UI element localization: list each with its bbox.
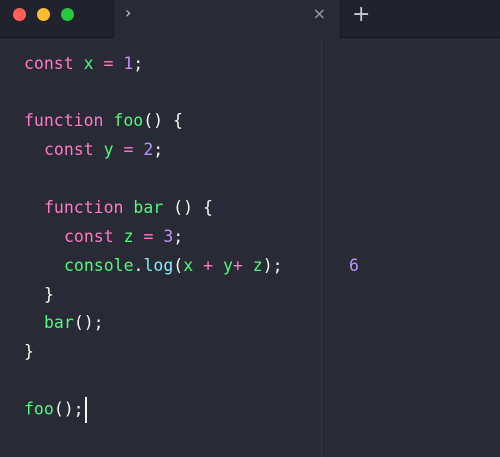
- code-line-6: function bar () {: [44, 196, 213, 220]
- keyword: const: [64, 227, 114, 246]
- punctuation: ();: [73, 313, 104, 332]
- punctuation: ();: [53, 399, 84, 419]
- variable: x: [183, 256, 194, 275]
- code-line-9: }: [44, 283, 54, 307]
- code-line-1: const x = 1;: [24, 52, 143, 76]
- variable: y: [103, 140, 114, 159]
- punctuation: }: [44, 285, 54, 304]
- results-pane: 6: [323, 38, 500, 457]
- punctuation: () {: [143, 111, 183, 130]
- code-line-10: bar();: [44, 311, 104, 335]
- punctuation: () {: [163, 198, 213, 217]
- number: 2: [143, 140, 154, 159]
- function-call: foo: [24, 399, 54, 419]
- number: 3: [163, 227, 174, 246]
- function-name: bar: [133, 198, 164, 217]
- maximize-window-button[interactable]: [61, 8, 74, 21]
- punctuation: ;: [173, 227, 184, 246]
- new-tab-button[interactable]: +: [352, 2, 370, 28]
- variable: z: [252, 256, 263, 275]
- function-name: foo: [113, 111, 144, 130]
- variable: z: [123, 227, 134, 246]
- keyword: function: [24, 111, 104, 130]
- text-cursor: [84, 397, 87, 423]
- minimize-window-button[interactable]: [37, 8, 50, 21]
- tab-bar: › × +: [0, 0, 500, 38]
- operator: =: [103, 54, 114, 73]
- operator: =: [123, 140, 134, 159]
- code-line-8: console.log(x + y+ z);: [64, 254, 283, 278]
- operator: =: [143, 227, 154, 246]
- variable: x: [83, 54, 94, 73]
- code-line-3: function foo() {: [24, 109, 183, 133]
- variable: y: [222, 256, 233, 275]
- identifier: console: [64, 256, 134, 275]
- result-value: 6: [349, 256, 359, 275]
- close-window-button[interactable]: [13, 8, 26, 21]
- function-call: bar: [44, 313, 74, 332]
- punctuation: .: [133, 256, 144, 275]
- code-line-7: const z = 3;: [64, 225, 183, 249]
- number: 1: [123, 54, 134, 73]
- punctuation: (: [173, 256, 184, 275]
- method: log: [143, 256, 174, 275]
- keyword: const: [24, 54, 74, 73]
- tab-active[interactable]: › ×: [113, 0, 341, 38]
- operator: +: [203, 256, 214, 275]
- operator: +: [232, 256, 243, 275]
- keyword: function: [44, 198, 124, 217]
- code-line-4: const y = 2;: [44, 138, 163, 162]
- punctuation: }: [24, 342, 34, 361]
- punctuation: ;: [153, 140, 164, 159]
- punctuation: );: [262, 256, 283, 275]
- code-line-13: foo();: [24, 397, 87, 423]
- close-tab-icon[interactable]: ×: [313, 4, 326, 23]
- app-window: › × + const x = 1; function foo() { cons…: [0, 0, 500, 457]
- code-editor[interactable]: const x = 1; function foo() { const y = …: [0, 38, 322, 457]
- code-line-11: }: [24, 340, 34, 364]
- punctuation: ;: [133, 54, 144, 73]
- chevron-right-icon: ›: [125, 3, 132, 22]
- keyword: const: [44, 140, 94, 159]
